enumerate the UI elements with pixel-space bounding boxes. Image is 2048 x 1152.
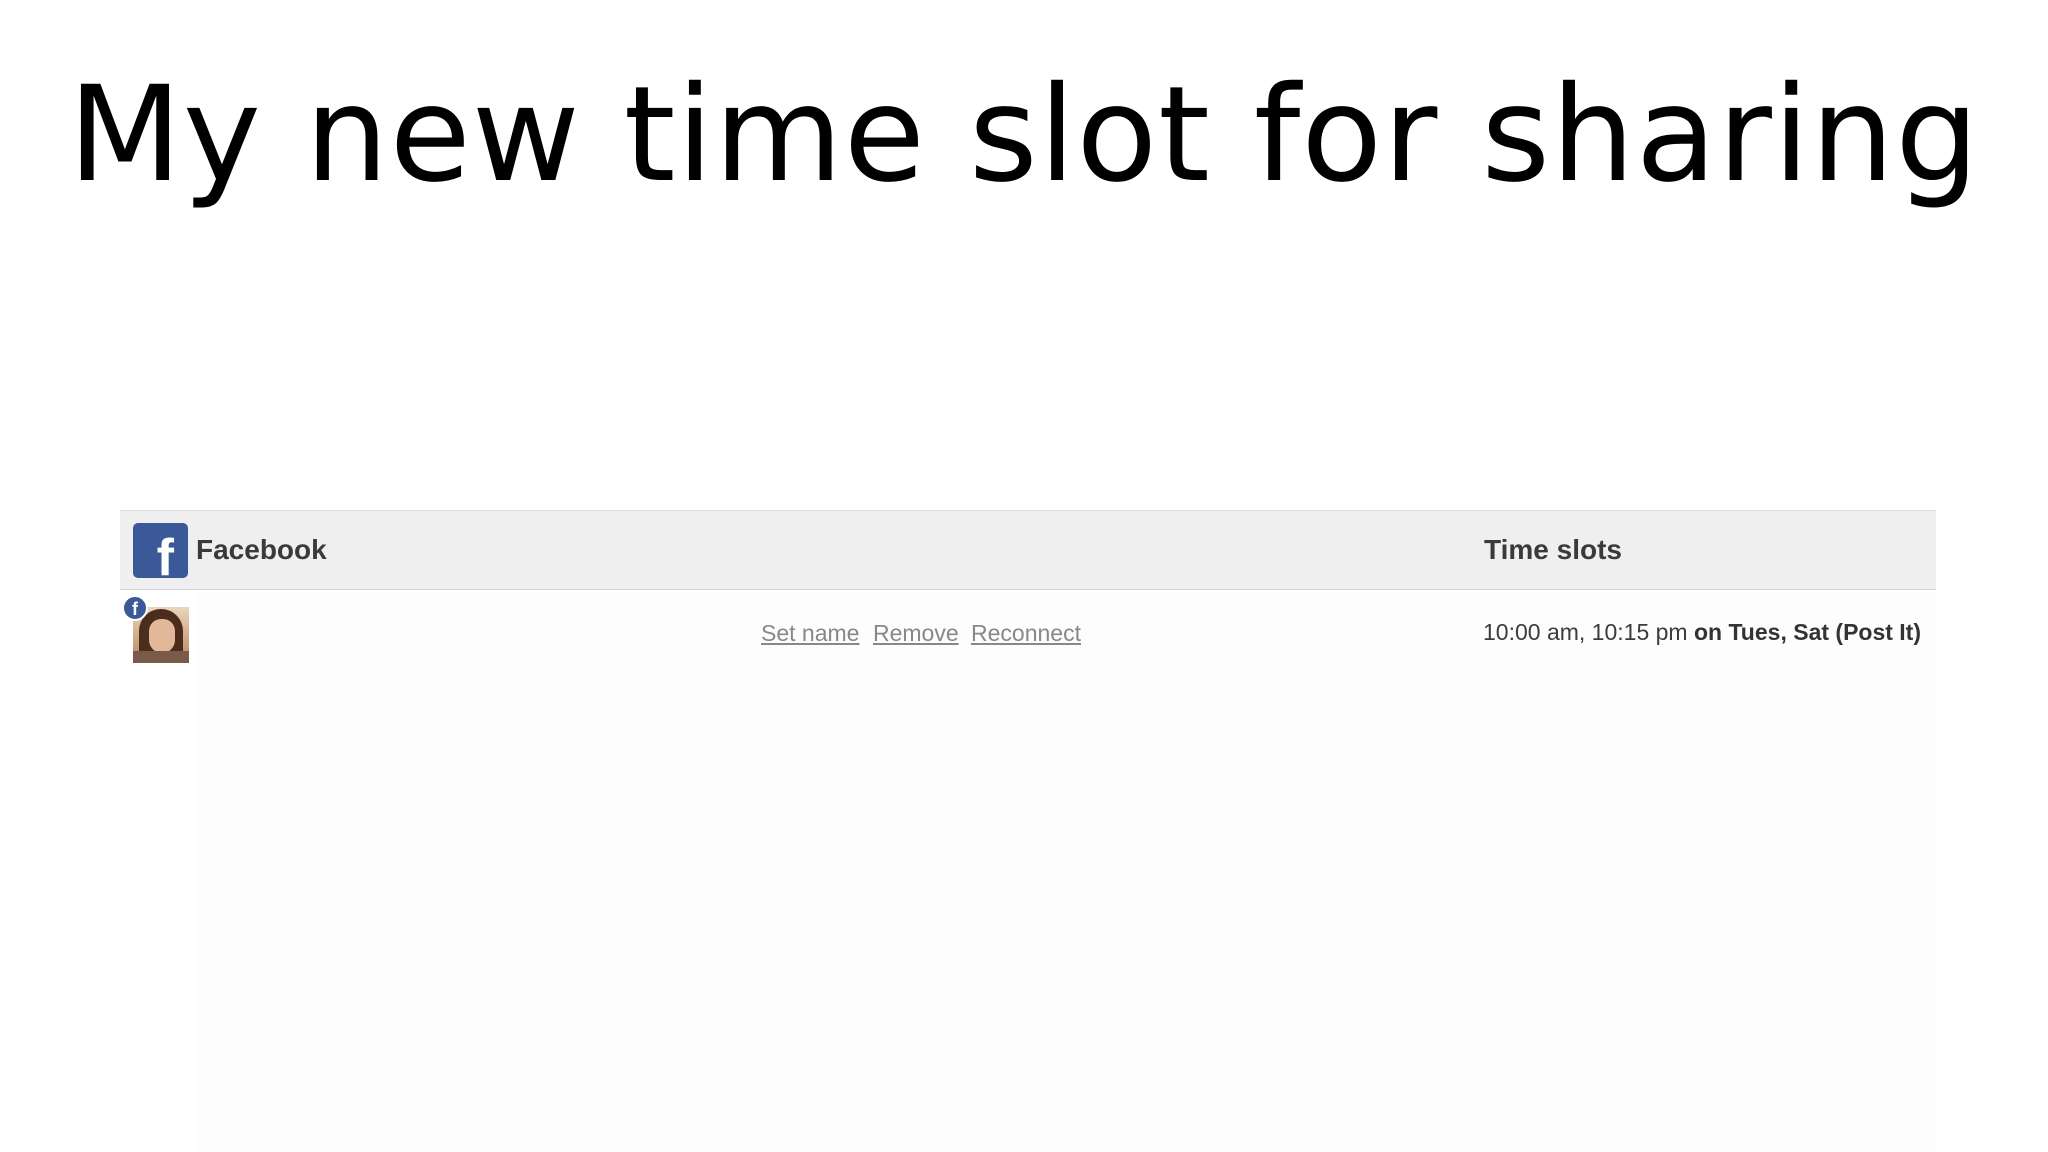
facebook-badge-icon: f [122, 595, 148, 621]
network-heading: Facebook [196, 534, 327, 565]
remove-link[interactable]: Remove [873, 619, 959, 647]
slot-on-word: on [1693, 619, 1723, 645]
slot-mode: (Post It) [1835, 619, 1922, 645]
panel-header: f Facebook Time slots [120, 510, 1936, 590]
slot-times: 10:00 am, 10:15 pm [1483, 619, 1688, 645]
accounts-list-area [196, 592, 1936, 1152]
social-accounts-panel: f Facebook Time slots f Set name Remove … [120, 510, 1936, 1152]
facebook-logo-icon: f [133, 523, 188, 578]
reconnect-link[interactable]: Reconnect [971, 619, 1081, 647]
slide-title: My new time slot for sharing [67, 58, 1981, 212]
set-name-link[interactable]: Set name [761, 619, 859, 647]
time-slot-summary: 10:00 am, 10:15 pm on Tues, Sat (Post It… [1483, 617, 1921, 647]
slot-days: Tues, Sat [1728, 619, 1830, 645]
time-slots-heading: Time slots [1484, 534, 1622, 565]
